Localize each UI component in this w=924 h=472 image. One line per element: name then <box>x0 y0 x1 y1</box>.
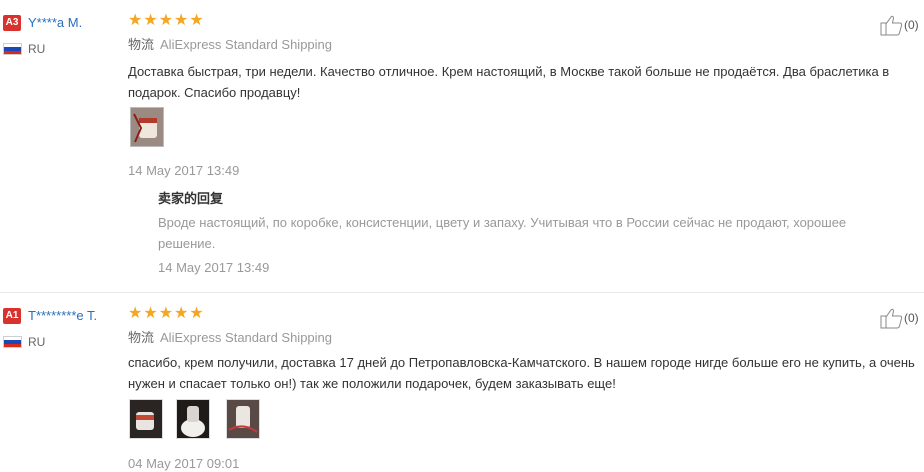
star-rating: ★★★★★ <box>128 305 205 322</box>
shipping-label: 物流 <box>128 330 155 345</box>
russia-flag-icon <box>3 43 22 55</box>
review-text: спасибо, крем получили, доставка 17 дней… <box>128 355 915 391</box>
thumbs-up-icon <box>880 15 903 36</box>
reviewer-country: RU <box>28 42 46 56</box>
shipping-name: AliExpress Standard Shipping <box>160 330 333 345</box>
review-photo[interactable] <box>129 399 163 439</box>
russia-flag-icon <box>3 336 22 348</box>
shipping-method: 物流 AliExpress Standard Shipping <box>128 37 332 53</box>
review-date: 14 May 2017 13:49 <box>128 163 240 178</box>
like-button[interactable]: (0) <box>880 14 920 36</box>
seller-reply-text: Вроде настоящий, по коробке, консистенци… <box>158 215 847 251</box>
seller-reply-title: 卖家的回复 <box>158 191 224 206</box>
shipping-label: 物流 <box>128 37 155 52</box>
shipping-method: 物流 AliExpress Standard Shipping <box>128 330 332 346</box>
reviewer-country: RU <box>28 335 46 349</box>
review-date: 04 May 2017 09:01 <box>128 456 240 471</box>
like-count: (0) <box>904 311 919 325</box>
review-photo[interactable] <box>176 399 210 439</box>
like-button[interactable]: (0) <box>880 307 920 329</box>
buyer-level-badge: A1 <box>3 308 21 324</box>
shipping-name: AliExpress Standard Shipping <box>160 37 333 52</box>
reviewer-name: T********e T. <box>28 308 98 323</box>
review-photo[interactable] <box>130 107 164 147</box>
review-text: Доставка быстрая, три недели. Качество о… <box>128 64 890 100</box>
star-rating: ★★★★★ <box>128 12 205 29</box>
seller-reply-date: 14 May 2017 13:49 <box>158 260 270 275</box>
thumbs-up-icon <box>880 308 903 329</box>
like-count: (0) <box>904 18 919 32</box>
review-photo[interactable] <box>226 399 260 439</box>
review-divider <box>0 292 924 293</box>
buyer-level-badge: A3 <box>3 15 21 31</box>
reviewer-name: Y****a M. <box>28 15 83 30</box>
